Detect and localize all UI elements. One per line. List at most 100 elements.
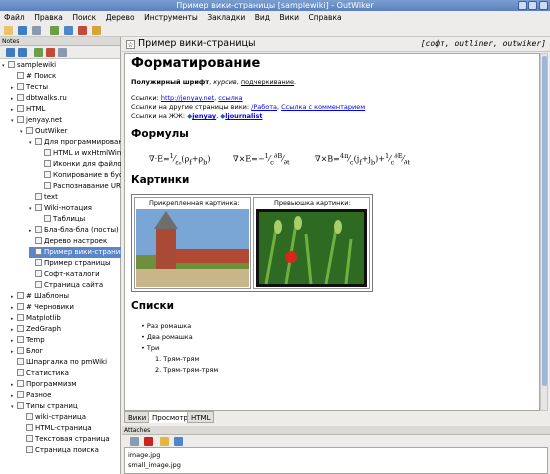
lj-link-jenyay[interactable]: jenyay <box>192 112 216 120</box>
tree-item[interactable]: HTML и wxHtmlWindo <box>38 148 121 159</box>
tree-item-label: text <box>44 193 58 201</box>
tree-item[interactable]: Шпаргалка по pmWiki <box>11 357 121 368</box>
scrollbar-thumb[interactable] <box>542 56 547 386</box>
add-page-icon[interactable] <box>50 26 59 35</box>
move-down-icon[interactable] <box>6 48 15 57</box>
tags-icon[interactable] <box>92 26 101 35</box>
properties-icon[interactable] <box>58 48 67 57</box>
tree-item-label: wiki-страница <box>35 413 87 421</box>
tab-wiki[interactable]: Вики <box>124 411 151 423</box>
link-rabota[interactable]: /Работа <box>251 103 277 111</box>
lj-links-line: Ссылки на ЖЖ: ◆jenyay, ◆ljournalist <box>131 112 263 120</box>
tree-item[interactable]: Статистика <box>11 368 121 379</box>
minimize-button[interactable] <box>518 1 527 10</box>
close-button[interactable] <box>539 1 548 10</box>
menu-tree[interactable]: Дерево <box>106 13 135 22</box>
tree-item[interactable]: Страница поиска <box>20 445 121 456</box>
move-up-icon[interactable] <box>18 48 27 57</box>
tree-item[interactable]: Дерево настроек <box>29 236 121 247</box>
notes-panel: Notes ▾ samplewiki # Поиск ▸ Тесты ▸ dbtwalks.… <box>0 37 121 474</box>
tree-item[interactable]: Иконки для файлов <box>38 159 121 170</box>
tree-item-label: Блог <box>26 347 44 355</box>
tree-item[interactable]: ▸ Temp <box>11 335 121 346</box>
tree-item[interactable]: ▾ Типы страниц <box>11 401 121 412</box>
page-tags[interactable]: [софт, outliner, outwiker] <box>421 39 546 48</box>
tree-item[interactable]: ▸ Разное <box>11 390 121 401</box>
star-icon[interactable]: ☆ <box>126 40 135 49</box>
attach-file-2[interactable]: small_image.jpg <box>128 461 181 469</box>
tree-item[interactable]: ▾ OutWiker <box>20 126 121 137</box>
new-icon[interactable] <box>4 26 13 35</box>
tree-item[interactable]: ▸ Бла-бла-бла (посты) <box>29 225 121 236</box>
tree-item[interactable]: # Поиск <box>11 71 121 82</box>
bullet-item-3: • Три <box>141 344 160 352</box>
tree-item[interactable]: Пример страницы <box>29 258 121 269</box>
tree-item[interactable]: HTML-страница <box>20 423 121 434</box>
tree-item[interactable]: ▾ Wiki-нотация <box>29 203 121 214</box>
tree-item-label: Иконки для файлов <box>53 160 121 168</box>
menu-tools[interactable]: Инструменты <box>144 13 198 22</box>
tree-item[interactable]: ▸ dbtwalks.ru <box>11 93 121 104</box>
print-icon[interactable] <box>32 26 41 35</box>
remove-page-icon[interactable] <box>46 48 55 57</box>
tree-item[interactable]: ▾Для программирования <box>29 137 121 148</box>
page-icon <box>35 237 42 244</box>
tree-item[interactable]: Распознавание URL <box>38 181 121 192</box>
tree-item-label: Разное <box>26 391 52 399</box>
remove-attach-icon[interactable] <box>144 437 153 446</box>
tree-item[interactable]: ▾ samplewiki <box>2 60 121 71</box>
add-child-icon[interactable] <box>34 48 43 57</box>
tree-item[interactable]: ▸ Блог <box>11 346 121 357</box>
tree-item[interactable]: text <box>29 192 121 203</box>
tree-item[interactable]: Страница сайта <box>29 280 121 291</box>
vertical-scrollbar[interactable] <box>540 53 548 411</box>
picture-cell-2: Превьюшка картинки: <box>253 197 370 289</box>
tree-item[interactable]: ▸ HTML <box>11 104 121 115</box>
content-area: ☆ Пример вики-страницы [софт, outliner, … <box>122 37 550 474</box>
link-jenyay[interactable]: http://jenyay.net <box>161 94 214 102</box>
page-icon <box>44 182 51 189</box>
tree-item[interactable]: ▸ # Черновики <box>11 302 121 313</box>
tree-item[interactable]: ▸ Программизм <box>11 379 121 390</box>
tree-item-label: Статистика <box>26 369 69 377</box>
delete-icon[interactable] <box>78 26 87 35</box>
attach-icon[interactable] <box>64 26 73 35</box>
open-folder-icon[interactable] <box>174 437 183 446</box>
tab-preview[interactable]: Просмотр <box>148 411 192 423</box>
tree-item-label: HTML и wxHtmlWindo <box>53 149 121 157</box>
attach-file-icon[interactable] <box>130 437 139 446</box>
tree-item[interactable]: ▸ # Шаблоны <box>11 291 121 302</box>
page-header: ☆ Пример вики-страницы [софт, outliner, … <box>122 37 550 52</box>
attach-file-1[interactable]: image.jpg <box>128 451 160 459</box>
tree-item[interactable]: wiki-страница <box>20 412 121 423</box>
tree-item[interactable]: Софт-каталоги <box>29 269 121 280</box>
menu-bookmarks[interactable]: Закладки <box>207 13 245 22</box>
tree-item[interactable]: Таблицы <box>38 214 121 225</box>
tree-item[interactable]: Текстовая страница <box>20 434 121 445</box>
menu-view[interactable]: Вид <box>255 13 270 22</box>
tree-item[interactable]: ▸ Тесты <box>11 82 121 93</box>
save-icon[interactable] <box>18 26 27 35</box>
tree-item-label: Таблицы <box>53 215 86 223</box>
tree-item-label: HTML <box>26 105 46 113</box>
tree-item-label: Страница поиска <box>35 446 99 454</box>
menu-edit[interactable]: Правка <box>34 13 63 22</box>
lj-link-ljournalist[interactable]: ljournalist <box>225 112 262 120</box>
link-comment[interactable]: Ссылка с комментарием <box>281 103 365 111</box>
tree-item[interactable]: ▾ jenyay.net <box>11 115 121 126</box>
wiki-links-line: Ссылки на другие страницы вики: /Работа,… <box>131 103 366 111</box>
link-ssylka[interactable]: ссылка <box>218 94 242 102</box>
menu-file[interactable]: Файл <box>4 13 25 22</box>
menu-help[interactable]: Справка <box>309 13 342 22</box>
paste-link-icon[interactable] <box>160 437 169 446</box>
menu-search[interactable]: Поиск <box>72 13 96 22</box>
tree-item[interactable]: Копирование в буфе <box>38 170 121 181</box>
maximize-button[interactable] <box>528 1 537 10</box>
tree-item[interactable]: ▸ Matplotlib <box>11 313 121 324</box>
tree-item[interactable]: ▸ ZedGraph <box>11 324 121 335</box>
kremlin-image <box>136 209 249 287</box>
tree-item-label: Дерево настроек <box>44 237 108 245</box>
tab-html[interactable]: HTML <box>187 411 215 423</box>
menu-wiki[interactable]: Вики <box>280 13 299 22</box>
tree-item[interactable]: Пример вики-страница <box>29 247 121 258</box>
